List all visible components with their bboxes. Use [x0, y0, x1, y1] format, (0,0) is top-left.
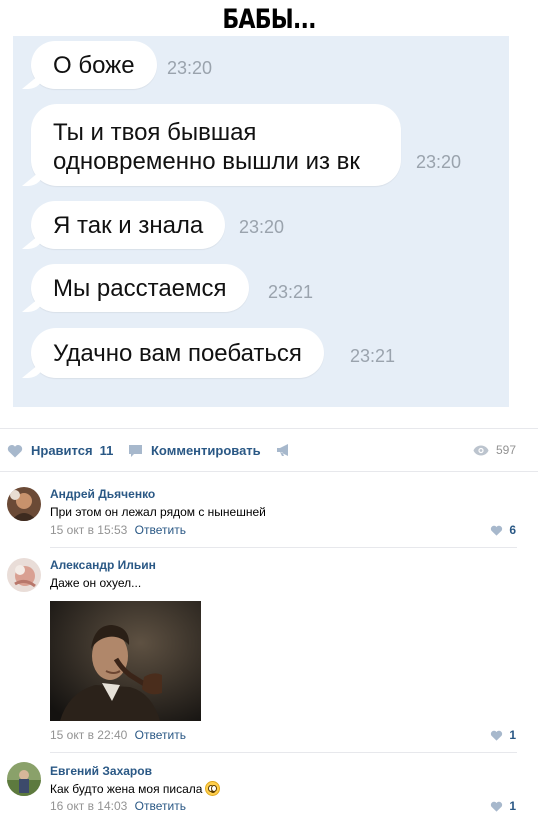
divider	[50, 752, 517, 753]
message-bubble: Мы расстаемся	[31, 264, 249, 312]
message-text: Мы расстаемся	[53, 274, 227, 302]
comment-meta: 15 окт в 22:40 Ответить	[50, 728, 186, 742]
message-time: 23:20	[239, 217, 285, 237]
avatar[interactable]	[7, 558, 41, 592]
message-bubble: Ты и твоя бывшая одновременно вышли из в…	[31, 104, 401, 186]
comment-text: Как будто жена моя писала	[50, 781, 221, 796]
comment-photo[interactable]	[50, 601, 201, 721]
comment-like-count: 1	[509, 799, 516, 813]
like-count: 11	[99, 443, 114, 458]
message-time: 23:21	[350, 346, 396, 366]
flushed-emoji-icon	[205, 781, 221, 796]
reply-link[interactable]: Ответить	[135, 799, 186, 813]
comment-icon	[129, 444, 142, 457]
message-text: Ты и твоя бывшая одновременно вышли из в…	[53, 119, 360, 175]
share-button[interactable]	[276, 443, 300, 457]
message-time: 23:21	[268, 282, 314, 302]
heart-icon	[491, 801, 503, 812]
comment-text: При этом он лежал рядом с нынешней	[50, 505, 266, 519]
meme-title: БАБЫ...	[222, 4, 316, 35]
avatar[interactable]	[7, 762, 41, 796]
message-text: Удачно вам поебаться	[53, 339, 302, 367]
message-text: Я так и знала	[53, 211, 204, 239]
avatar[interactable]	[7, 487, 41, 521]
comment-like-count: 1	[509, 728, 516, 742]
comment-author[interactable]: Евгений Захаров	[50, 764, 152, 778]
message-bubble: Я так и знала	[31, 201, 226, 249]
comment-text-content: Как будто жена моя писала	[50, 782, 203, 796]
comment-like-button[interactable]: 1	[490, 799, 516, 813]
like-button[interactable]: Нравится 11	[7, 443, 113, 458]
comment-author[interactable]: Андрей Дьяченко	[50, 487, 155, 501]
views-counter: 597	[473, 443, 516, 457]
comment-like-button[interactable]: 6	[490, 523, 516, 537]
comment-date[interactable]: 16 окт в 14:03	[50, 799, 127, 813]
post-action-bar: Нравится 11 Комментировать 597	[0, 428, 538, 472]
comment-meta: 15 окт в 15:53 Ответить	[50, 523, 186, 537]
message-time: 23:20	[416, 152, 462, 172]
message-bubble: Удачно вам поебаться	[31, 328, 324, 378]
eye-icon	[473, 445, 489, 455]
comment-like-count: 6	[509, 523, 516, 537]
comment-like-button[interactable]: 1	[490, 728, 516, 742]
heart-icon	[7, 444, 23, 457]
reply-link[interactable]: Ответить	[135, 523, 186, 537]
comment-label: Комментировать	[151, 443, 261, 458]
reply-link[interactable]: Ответить	[135, 728, 186, 742]
comment-meta: 16 окт в 14:03 Ответить	[50, 799, 186, 813]
heart-icon	[491, 525, 503, 536]
comment-author[interactable]: Александр Ильин	[50, 558, 156, 572]
post-image[interactable]: БАБЫ... О боже 23:20 Ты и твоя бывшая од…	[0, 0, 538, 414]
share-megaphone-icon	[277, 444, 288, 456]
comment-button[interactable]: Комментировать	[128, 443, 261, 458]
message-text: О боже	[53, 51, 135, 79]
heart-icon	[491, 730, 503, 741]
comment-text: Даже он охуел...	[50, 576, 142, 590]
divider	[50, 547, 517, 548]
message-bubble: О боже	[31, 41, 157, 89]
like-label: Нравится	[31, 443, 93, 458]
comment-date[interactable]: 15 окт в 15:53	[50, 523, 127, 537]
comment-date[interactable]: 15 окт в 22:40	[50, 728, 127, 742]
message-time: 23:20	[167, 58, 213, 78]
views-count: 597	[495, 443, 516, 457]
